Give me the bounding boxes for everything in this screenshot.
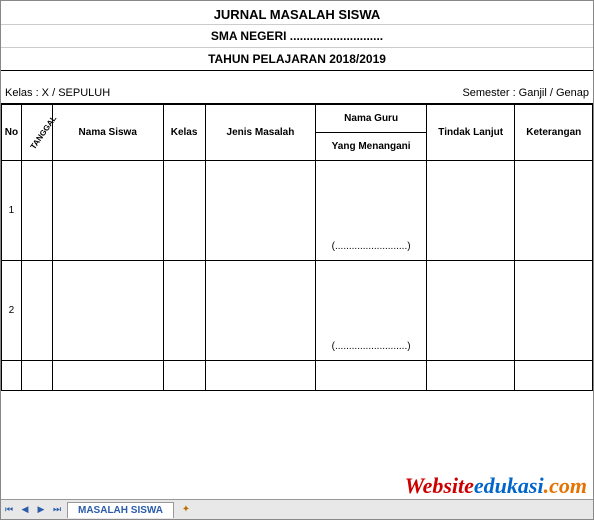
table-row[interactable] [2, 361, 593, 391]
cell-keterangan[interactable] [515, 161, 593, 261]
table-row[interactable]: 2 (..........................) [2, 261, 593, 361]
col-jenis-masalah: Jenis Masalah [205, 105, 316, 161]
info-row: Kelas : X / SEPULUH Semester : Ganjil / … [1, 83, 593, 104]
journal-table: No TANGGAL Nama Siswa Kelas Jenis Masala… [1, 104, 593, 391]
cell-no[interactable]: 1 [2, 161, 22, 261]
school-name: SMA NEGERI ............................ [1, 25, 593, 48]
cell-nama-siswa[interactable] [52, 261, 163, 361]
col-nama-guru-top: Nama Guru [316, 105, 427, 133]
document-header: JURNAL MASALAH SISWA SMA NEGERI ........… [1, 1, 593, 75]
tab-nav-prev-icon[interactable]: ◀ [17, 501, 33, 519]
cell-jenis-masalah[interactable] [205, 261, 316, 361]
title: JURNAL MASALAH SISWA [1, 5, 593, 25]
col-no: No [2, 105, 22, 161]
tab-nav-last-icon[interactable]: ⏭ [49, 501, 65, 519]
cell-keterangan[interactable] [515, 261, 593, 361]
kelas-info: Kelas : X / SEPULUH [5, 87, 110, 99]
cell-tindak-lanjut[interactable] [426, 161, 515, 261]
cell-no[interactable]: 2 [2, 261, 22, 361]
cell-guru-sign[interactable]: (..........................) [316, 261, 427, 361]
academic-year: TAHUN PELAJARAN 2018/2019 [1, 48, 593, 71]
cell-tanggal[interactable] [21, 161, 52, 261]
cell-tindak-lanjut[interactable] [426, 261, 515, 361]
col-keterangan: Keterangan [515, 105, 593, 161]
cell-guru-sign[interactable]: (..........................) [316, 161, 427, 261]
semester-info: Semester : Ganjil / Genap [462, 87, 589, 99]
tab-nav-first-icon[interactable]: ⏮ [1, 501, 17, 519]
table-row[interactable]: 1 (..........................) [2, 161, 593, 261]
cell-kelas[interactable] [163, 161, 205, 261]
watermark: Websiteedukasi.com [405, 473, 587, 499]
cell-nama-siswa[interactable] [52, 161, 163, 261]
col-tanggal: TANGGAL [21, 105, 52, 161]
col-tindak-lanjut: Tindak Lanjut [426, 105, 515, 161]
cell-tanggal[interactable] [21, 261, 52, 361]
cell-kelas[interactable] [163, 261, 205, 361]
sheet-tab-bar: ⏮ ◀ ▶ ⏭ MASALAH SISWA ✦ [1, 499, 593, 519]
col-nama-guru-bottom: Yang Menangani [316, 133, 427, 161]
new-sheet-icon[interactable]: ✦ [176, 504, 196, 515]
tab-nav-next-icon[interactable]: ▶ [33, 501, 49, 519]
col-nama-siswa: Nama Siswa [52, 105, 163, 161]
col-kelas: Kelas [163, 105, 205, 161]
sheet-tab-active[interactable]: MASALAH SISWA [67, 502, 174, 518]
cell-jenis-masalah[interactable] [205, 161, 316, 261]
